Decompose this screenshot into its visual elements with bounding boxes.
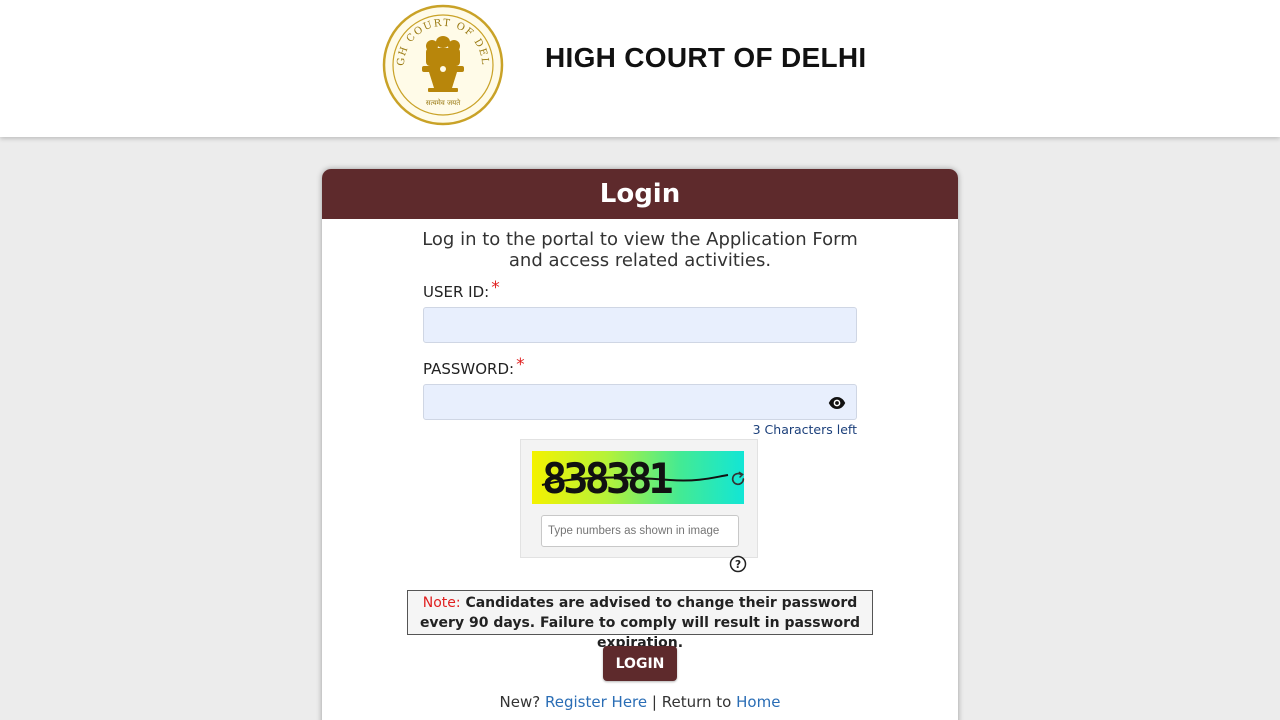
- required-mark: *: [491, 278, 500, 298]
- footer-links: New? Register Here | Return to Home: [322, 693, 958, 711]
- svg-text:सत्यमेव जयते: सत्यमेव जयते: [426, 98, 461, 107]
- chars-left-hint: 3 Characters left: [752, 422, 857, 437]
- captcha-input[interactable]: [541, 515, 739, 547]
- site-title: HIGH COURT OF DELHI: [545, 42, 867, 73]
- password-input[interactable]: [423, 384, 857, 420]
- new-text: New?: [499, 693, 541, 711]
- login-card: Login Log in to the portal to view the A…: [322, 169, 958, 720]
- intro-line-2: and access related activities.: [508, 250, 772, 271]
- intro-text: Log in to the portal to view the Applica…: [322, 229, 958, 271]
- user-id-label-text: USER ID:: [423, 283, 490, 301]
- court-emblem-icon: HIGH COURT OF DELHI सत्यमेव जयते: [382, 4, 504, 126]
- intro-line-1: Log in to the portal to view the Applica…: [422, 229, 858, 250]
- svg-text:?: ?: [735, 559, 741, 571]
- note-text: Candidates are advised to change their p…: [419, 595, 861, 651]
- user-id-label: USER ID: *: [423, 278, 500, 302]
- password-label: PASSWORD: *: [423, 355, 525, 379]
- user-id-input[interactable]: [423, 307, 857, 343]
- eye-icon[interactable]: [828, 394, 846, 412]
- note-label: Note:: [422, 595, 461, 611]
- captcha-image: 838381: [532, 451, 744, 504]
- home-link[interactable]: Home: [736, 693, 780, 711]
- return-text: Return to: [661, 693, 732, 711]
- captcha-noise-line: [541, 474, 729, 486]
- separator: |: [651, 693, 657, 711]
- login-button[interactable]: LOGIN: [603, 646, 677, 681]
- register-link[interactable]: Register Here: [545, 693, 647, 711]
- site-header: HIGH COURT OF DELHI सत्यमेव जयते HIGH CO…: [0, 0, 1280, 137]
- password-expiry-note: Note: Candidates are advised to change t…: [407, 590, 873, 651]
- captcha-panel: 838381: [520, 439, 758, 558]
- required-mark: *: [516, 355, 525, 375]
- password-label-text: PASSWORD:: [423, 360, 515, 378]
- refresh-icon[interactable]: [730, 471, 746, 487]
- help-icon[interactable]: ?: [729, 555, 747, 573]
- login-heading: Login: [322, 169, 958, 219]
